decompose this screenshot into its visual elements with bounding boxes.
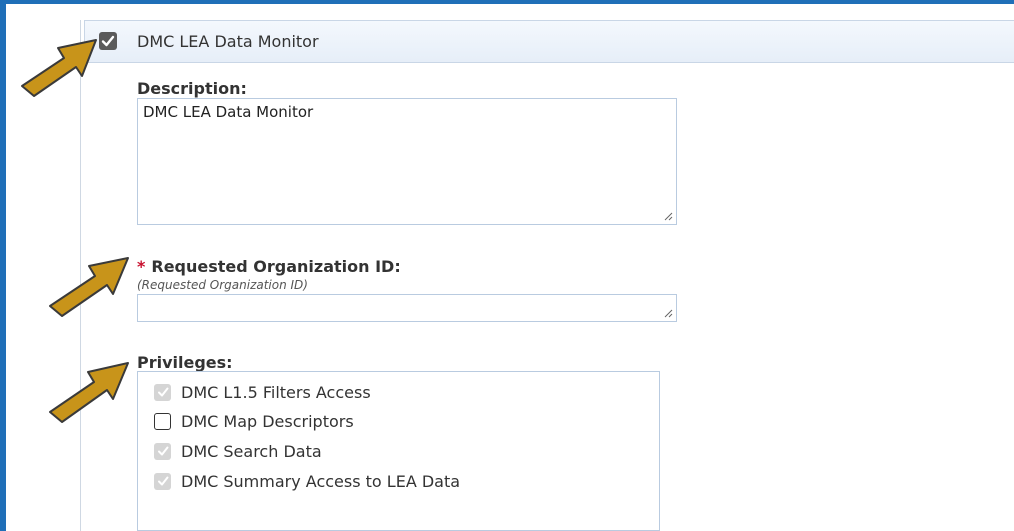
arrow-icon xyxy=(21,39,97,97)
arrow-icon xyxy=(49,362,129,423)
annotation-arrows xyxy=(21,39,129,423)
arrow-icon xyxy=(49,257,129,317)
